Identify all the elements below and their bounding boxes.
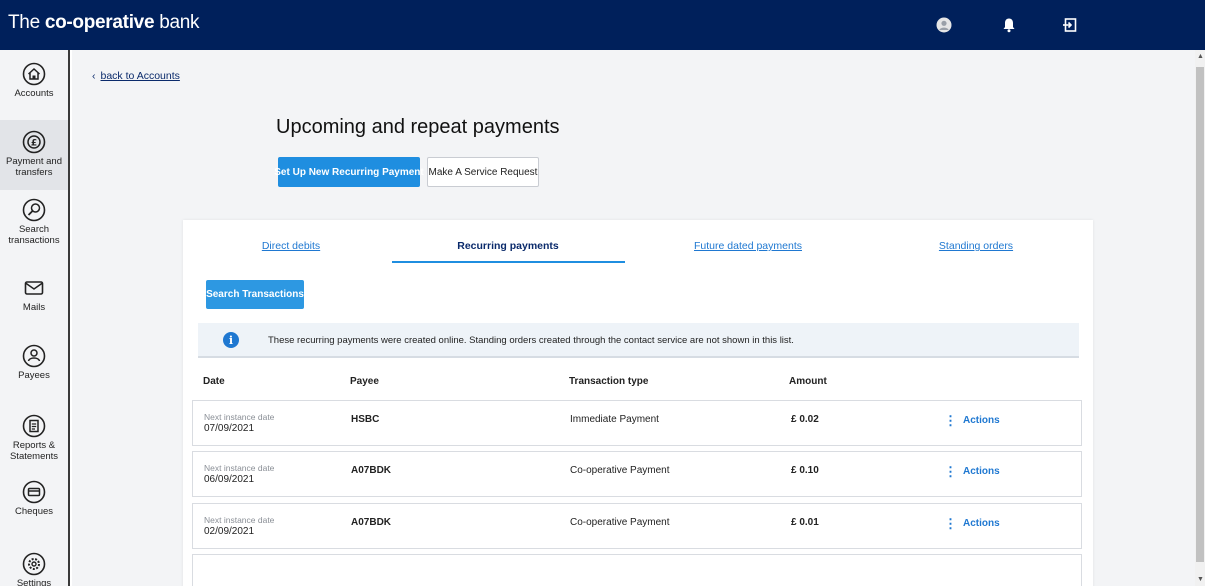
date-label: Next instance date: [204, 515, 275, 525]
sidebar-item-label: Mails: [22, 302, 46, 313]
actions-label: Actions: [963, 518, 1000, 529]
sidebar-item-label: Search transactions: [8, 224, 60, 246]
transaction-type: Co-operative Payment: [570, 465, 670, 476]
logo-bold: co-operative: [44, 12, 155, 33]
next-date: 07/09/2021: [204, 423, 255, 434]
chevron-left-icon: ‹: [92, 70, 96, 82]
service-request-button[interactable]: Make A Service Request: [427, 157, 539, 187]
search-transactions-button[interactable]: Search Transactions: [206, 280, 304, 309]
top-bar: The co-operative bank: [0, 0, 1205, 50]
sidebar-nav: Accounts £ Payment and transfers Search …: [0, 50, 70, 586]
tab-standing-orders[interactable]: Standing orders: [939, 240, 1013, 252]
date-label: Next instance date: [204, 463, 275, 473]
actions-button[interactable]: ⋮ Actions: [944, 412, 1000, 428]
sidebar-item-label: Payment and transfers: [6, 156, 62, 178]
sidebar-item-cheques[interactable]: Cheques: [0, 474, 68, 526]
sidebar-item-label: Payees: [18, 370, 50, 381]
column-header-type: Transaction type: [569, 376, 649, 387]
tab-direct-debits[interactable]: Direct debits: [262, 240, 320, 252]
date-label: Next instance date: [204, 412, 275, 422]
info-icon: i: [223, 332, 239, 348]
search-icon: [22, 198, 46, 222]
sidebar-item-label: Reports & Statements: [9, 440, 59, 462]
logout-icon[interactable]: [1060, 15, 1080, 35]
column-header-date: Date: [203, 376, 225, 387]
transaction-type: Immediate Payment: [570, 414, 659, 425]
payee-name: HSBC: [351, 414, 380, 425]
sidebar-item-search[interactable]: Search transactions: [0, 192, 68, 260]
table-row: Next instance date 06/09/2021 A07BDK Co-…: [192, 451, 1082, 497]
actions-label: Actions: [963, 466, 1000, 477]
scroll-thumb[interactable]: [1196, 67, 1204, 562]
home-icon: [22, 62, 46, 86]
column-header-amount: Amount: [789, 376, 827, 387]
table-row: Next instance date 02/09/2021 A07BDK Co-…: [192, 503, 1082, 549]
kebab-icon: ⋮: [944, 515, 957, 531]
sidebar-item-accounts[interactable]: Accounts: [0, 56, 68, 118]
logo-prefix: The: [8, 12, 45, 33]
scroll-down-icon[interactable]: ▼: [1197, 576, 1204, 583]
payments-card: Direct debits Recurring payments Future …: [183, 220, 1093, 586]
user-avatar-icon[interactable]: [934, 15, 954, 35]
mail-icon: [24, 281, 44, 295]
sidebar-item-mails[interactable]: Mails: [0, 270, 68, 320]
page-scrollbar[interactable]: ▲ ▼: [1195, 50, 1205, 586]
column-header-payee: Payee: [350, 376, 379, 387]
next-date: 02/09/2021: [204, 526, 255, 537]
tab-recurring-payments[interactable]: Recurring payments: [457, 240, 559, 252]
sidebar-item-payees[interactable]: Payees: [0, 338, 68, 390]
logo-suffix: bank: [154, 12, 200, 33]
amount: £ 0.02: [791, 414, 819, 425]
page-title: Upcoming and repeat payments: [276, 116, 560, 138]
set-up-recurring-payment-button[interactable]: Set Up New Recurring Payment: [274, 157, 424, 187]
cheque-icon: [22, 480, 46, 504]
transaction-type: Co-operative Payment: [570, 517, 670, 528]
sidebar-item-label: Settings: [16, 578, 52, 586]
back-link-label: back to Accounts: [100, 70, 180, 82]
info-banner: i These recurring payments were created …: [198, 323, 1079, 358]
main-content: ‹ back to Accounts Upcoming and repeat pa…: [72, 50, 1195, 586]
sidebar-item-settings[interactable]: Settings: [0, 546, 68, 586]
tab-future-dated-payments[interactable]: Future dated payments: [694, 240, 802, 252]
actions-label: Actions: [963, 415, 1000, 426]
document-icon: [22, 414, 46, 438]
amount: £ 0.10: [791, 465, 819, 476]
bell-icon[interactable]: [999, 15, 1019, 35]
sidebar-item-label: Cheques: [14, 506, 54, 517]
table-row: [192, 554, 1082, 586]
person-icon: [22, 344, 46, 368]
kebab-icon: ⋮: [944, 463, 957, 479]
amount: £ 0.01: [791, 517, 819, 528]
info-text: These recurring payments were created on…: [268, 335, 794, 346]
actions-button[interactable]: ⋮ Actions: [944, 463, 1000, 479]
actions-button[interactable]: ⋮ Actions: [944, 515, 1000, 531]
kebab-icon: ⋮: [944, 412, 957, 428]
scroll-up-icon[interactable]: ▲: [1197, 53, 1204, 60]
sidebar-item-reports[interactable]: Reports & Statements: [0, 408, 68, 468]
next-date: 06/09/2021: [204, 474, 255, 485]
sidebar-item-label: Accounts: [14, 88, 54, 99]
sidebar-item-payments[interactable]: £ Payment and transfers: [0, 120, 68, 190]
gear-icon: [22, 552, 46, 576]
bank-logo[interactable]: The co-operative bank: [8, 12, 200, 34]
payee-name: A07BDK: [351, 465, 392, 476]
svg-text:£: £: [31, 139, 37, 149]
active-tab-indicator: [392, 261, 625, 263]
payee-name: A07BDK: [351, 517, 392, 528]
back-to-accounts-link[interactable]: ‹ back to Accounts: [92, 70, 180, 82]
payment-icon: £: [22, 130, 46, 154]
table-row: Next instance date 07/09/2021 HSBC Immed…: [192, 400, 1082, 446]
